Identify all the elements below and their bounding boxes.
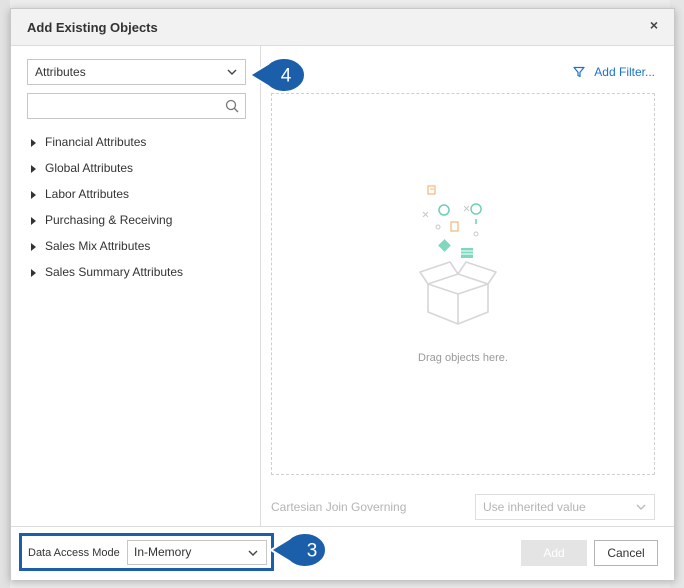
data-access-mode-value: In-Memory — [134, 545, 192, 559]
tree-item-sales-mix-attributes[interactable]: Sales Mix Attributes — [27, 239, 252, 265]
caret-right-icon[interactable] — [31, 217, 36, 225]
add-button[interactable]: Add — [521, 540, 587, 566]
add-existing-objects-dialog: Add Existing Objects × Attributes Financ… — [10, 8, 675, 580]
caret-right-icon[interactable] — [31, 165, 36, 173]
data-access-mode-highlight: Data Access Mode In-Memory — [19, 533, 274, 571]
object-tree: Financial Attributes Global Attributes L… — [27, 135, 252, 291]
caret-right-icon[interactable] — [31, 191, 36, 199]
caret-right-icon[interactable] — [31, 269, 36, 277]
dialog-title: Add Existing Objects — [27, 20, 158, 35]
tree-item-label: Labor Attributes — [45, 187, 130, 201]
cartesian-join-label: Cartesian Join Governing — [271, 500, 407, 514]
step-callout-4: 4 — [249, 57, 306, 93]
chevron-down-icon — [248, 550, 258, 556]
object-type-value: Attributes — [35, 65, 86, 79]
step-callout-3-number: 3 — [307, 541, 318, 562]
tree-item-labor-attributes[interactable]: Labor Attributes — [27, 187, 252, 213]
dialog-header: Add Existing Objects × — [11, 9, 674, 46]
chevron-down-icon — [227, 69, 237, 75]
tree-item-sales-summary-attributes[interactable]: Sales Summary Attributes — [27, 265, 252, 291]
tree-item-purchasing-receiving[interactable]: Purchasing & Receiving — [27, 213, 252, 239]
chevron-down-icon — [636, 504, 646, 510]
cartesian-join-select[interactable]: Use inherited value — [475, 494, 655, 520]
data-access-mode-select[interactable]: In-Memory — [127, 540, 267, 565]
caret-right-icon[interactable] — [31, 243, 36, 251]
add-filter-link[interactable]: Add Filter... — [573, 65, 655, 79]
object-browser-pane: Attributes Financial Attributes Global A… — [11, 45, 261, 526]
caret-right-icon[interactable] — [31, 139, 36, 147]
cancel-button[interactable]: Cancel — [594, 540, 658, 566]
tree-item-label: Sales Summary Attributes — [45, 265, 184, 279]
tree-item-global-attributes[interactable]: Global Attributes — [27, 161, 252, 187]
tree-item-label: Global Attributes — [45, 161, 134, 175]
drop-illustration-icon — [419, 185, 497, 325]
tree-item-label: Purchasing & Receiving — [45, 213, 173, 227]
dialog-footer: Data Access Mode In-Memory Add Cancel — [11, 526, 674, 580]
backdrop-left — [0, 0, 10, 588]
tree-item-label: Financial Attributes — [45, 135, 147, 149]
data-access-mode-label: Data Access Mode — [28, 547, 120, 559]
tree-item-financial-attributes[interactable]: Financial Attributes — [27, 135, 252, 161]
step-callout-3: 3 — [270, 532, 327, 568]
search-icon[interactable] — [225, 99, 239, 113]
close-icon[interactable]: × — [650, 17, 658, 33]
search-input[interactable] — [27, 93, 246, 119]
tree-item-label: Sales Mix Attributes — [45, 239, 151, 253]
object-type-select[interactable]: Attributes — [27, 59, 246, 85]
cartesian-join-value: Use inherited value — [483, 500, 586, 514]
drop-zone[interactable]: Drag objects here. — [271, 93, 655, 475]
add-filter-label: Add Filter... — [594, 65, 655, 79]
selection-pane: Add Filter... Drag objects here. Cartesi… — [261, 45, 674, 526]
step-callout-4-number: 4 — [281, 66, 292, 87]
filter-icon[interactable] — [573, 66, 585, 78]
drop-zone-hint: Drag objects here. — [418, 352, 508, 364]
